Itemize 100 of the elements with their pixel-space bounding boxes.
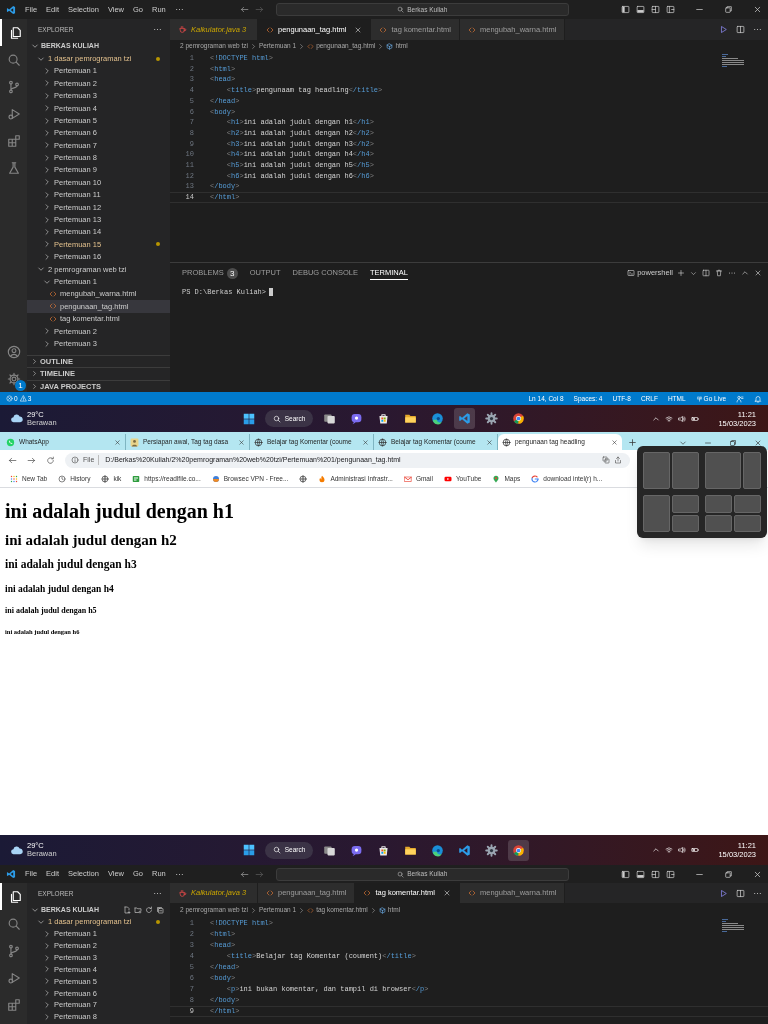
restore-icon[interactable]: [729, 439, 737, 447]
close-icon[interactable]: [753, 869, 762, 879]
extensions-icon[interactable]: [6, 133, 21, 148]
code-editor-icon: [458, 843, 472, 857]
heading: ini adalah judul dengan h3: [5, 559, 137, 571]
snap-layout-option[interactable]: [643, 495, 699, 532]
panel-layout-icon[interactable]: [636, 5, 645, 14]
flask-icon[interactable]: [6, 160, 21, 175]
run-icon[interactable]: [719, 25, 728, 34]
store-bag-icon: [377, 843, 391, 857]
html-file-icon: [307, 906, 315, 914]
chevron-up-icon[interactable]: [741, 269, 749, 277]
branch-icon[interactable]: [6, 943, 21, 958]
feedback-icon[interactable]: [736, 394, 744, 403]
share-icon[interactable]: [614, 456, 622, 464]
back-arrow-icon[interactable]: [8, 455, 17, 465]
forward-arrow-icon[interactable]: [27, 455, 36, 465]
info-icon: [71, 456, 79, 464]
extensions-icon[interactable]: [6, 997, 21, 1012]
custom-layout-icon[interactable]: [666, 5, 675, 14]
speaker-icon[interactable]: [678, 414, 687, 423]
browser-icon: [431, 843, 445, 857]
restore-icon[interactable]: [724, 869, 733, 879]
app-logo-icon: [6, 4, 16, 15]
sidebar-layout-icon[interactable]: [621, 869, 630, 879]
minimap-drawing: [722, 919, 744, 932]
snap-layout-option[interactable]: [705, 452, 761, 489]
task-view-icon: [323, 412, 337, 425]
search-icon[interactable]: [6, 52, 21, 67]
taskbar-button[interactable]: [454, 408, 476, 429]
split-layout-icon[interactable]: [651, 869, 660, 879]
search-icon: [272, 414, 281, 423]
custom-layout-icon[interactable]: [666, 869, 675, 879]
site-icon: [211, 474, 220, 483]
heading: ini adalah judul dengan h4: [5, 584, 114, 594]
plus-icon[interactable]: [677, 269, 685, 277]
search-icon[interactable]: [6, 916, 21, 931]
taskbar-button[interactable]: [508, 839, 530, 861]
trash-icon[interactable]: [715, 269, 723, 277]
new-file-icon[interactable]: [123, 905, 131, 914]
branch-icon[interactable]: [6, 79, 21, 94]
split-layout-icon[interactable]: [651, 5, 660, 14]
speaker-icon[interactable]: [678, 846, 687, 854]
chat-logo-icon: [6, 437, 15, 447]
new-folder-icon[interactable]: [134, 905, 142, 914]
run-debug-icon[interactable]: [6, 970, 21, 985]
split-editor-icon[interactable]: [736, 888, 745, 898]
new-tab-icon[interactable]: [628, 438, 637, 447]
account-icon[interactable]: [6, 344, 21, 359]
cup-icon: [178, 888, 187, 898]
warning-icon: [19, 395, 27, 402]
terminal-icon: [627, 269, 636, 277]
refresh-icon[interactable]: [145, 905, 153, 914]
start-grid-icon: [242, 844, 255, 856]
minimize-icon[interactable]: [704, 439, 712, 447]
browser-icon: [512, 412, 526, 425]
bookmark[interactable]: [299, 474, 308, 483]
settings-icon[interactable]: [6, 371, 21, 386]
battery-icon[interactable]: [691, 414, 700, 423]
site-icon: [132, 474, 141, 483]
battery-icon[interactable]: [691, 846, 700, 854]
chevron-up-icon[interactable]: [652, 414, 661, 423]
cup-icon: [178, 25, 187, 34]
html-file-icon: [49, 302, 57, 311]
snap-layout-option[interactable]: [643, 452, 699, 489]
count-badge: 3: [226, 267, 238, 279]
chevron-right-icon: [377, 42, 385, 50]
wifi-icon[interactable]: [665, 414, 674, 423]
play-icon: [443, 474, 452, 483]
error-icon: [6, 395, 13, 402]
close-icon[interactable]: [354, 25, 363, 34]
search-icon: [272, 846, 281, 854]
split-terminal-icon[interactable]: [702, 269, 710, 277]
bell-icon[interactable]: [754, 394, 762, 403]
html-file-icon: [363, 889, 372, 897]
wifi-icon[interactable]: [665, 846, 674, 854]
reload-icon[interactable]: [46, 455, 55, 465]
globe-icon: [254, 437, 263, 447]
chevron-right-icon: [369, 906, 377, 914]
chevron-up-icon[interactable]: [652, 846, 661, 854]
back-arrow-icon[interactable]: [239, 869, 249, 879]
collapse-icon[interactable]: [156, 905, 164, 914]
panel-layout-icon[interactable]: [636, 869, 645, 879]
tab-search-icon[interactable]: [679, 439, 687, 447]
close-icon[interactable]: [754, 439, 762, 447]
globe-icon: [502, 437, 511, 447]
search-engine-icon: [531, 474, 540, 483]
run-icon[interactable]: [719, 888, 728, 898]
run-debug-icon[interactable]: [6, 106, 21, 121]
heading: ini adalah judul dengan h2: [5, 533, 177, 548]
cube-icon: [378, 906, 386, 914]
browser-icon: [512, 843, 526, 857]
split-editor-icon[interactable]: [736, 25, 745, 34]
restore-icon[interactable]: [724, 5, 733, 14]
back-arrow-icon[interactable]: [239, 5, 249, 14]
chevron-down-icon[interactable]: [690, 269, 697, 277]
sidebar-layout-icon[interactable]: [621, 5, 630, 14]
translate-icon[interactable]: [602, 456, 610, 464]
minimap-drawing: [722, 54, 744, 67]
snap-layout-option[interactable]: [705, 495, 761, 532]
